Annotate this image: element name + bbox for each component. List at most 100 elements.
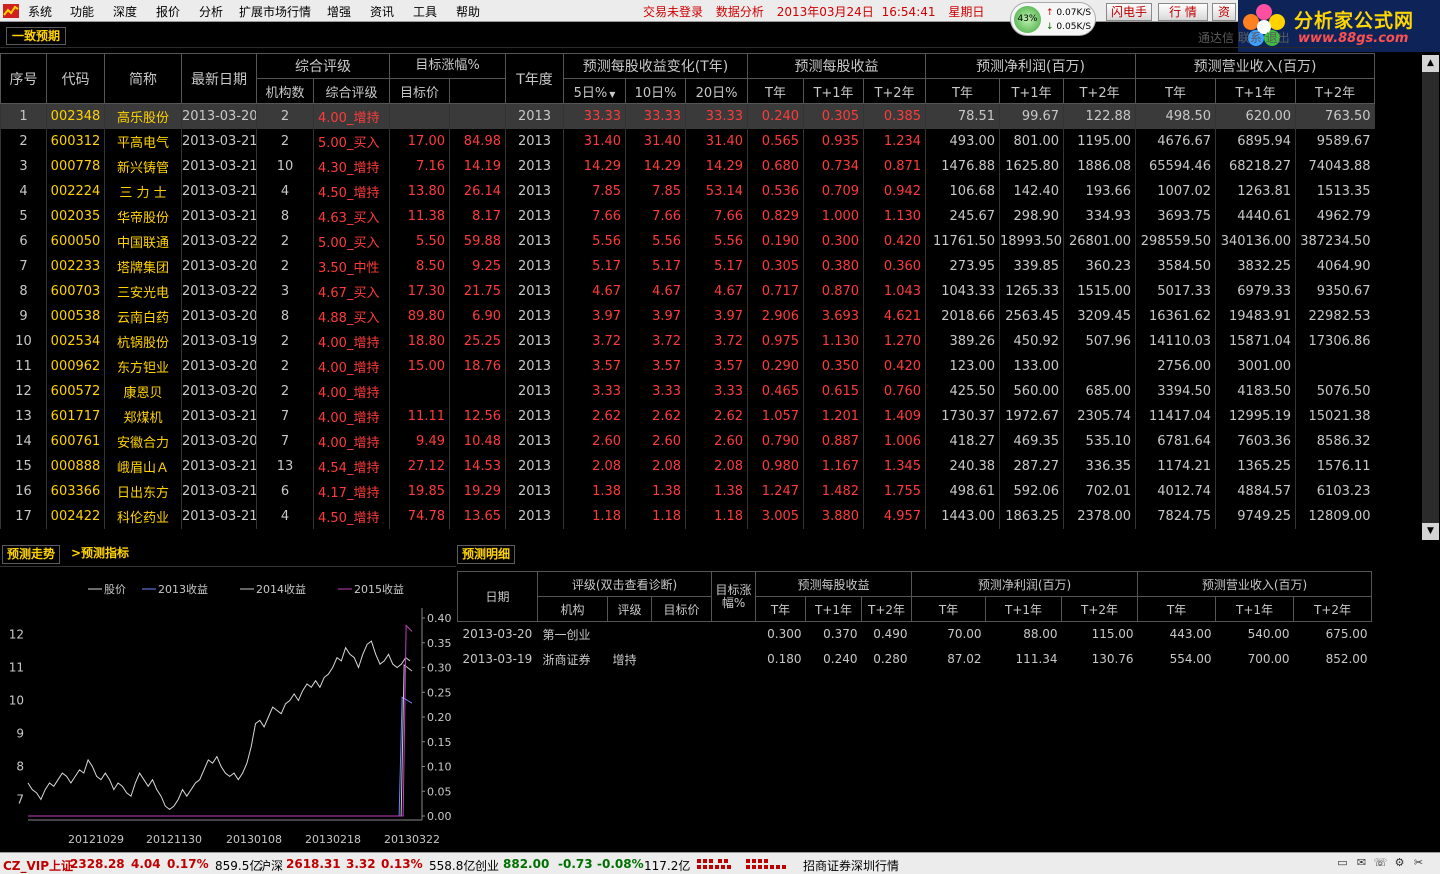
- table-row[interactable]: 16 603366 日出东方 2013-03-21 6 4.17_增持 19.85 19.29…: [0, 478, 1375, 504]
- cell-seq: 6: [0, 228, 47, 254]
- menu-depth[interactable]: 深度: [113, 3, 137, 20]
- header-rv-t[interactable]: T年: [1135, 78, 1217, 104]
- detail-row[interactable]: 2013-03-19 浙商证券 增持 0.180 0.240 0.280 87.02 111.…: [458, 647, 1372, 672]
- detail-header-target[interactable]: 目标涨幅%: [711, 571, 757, 622]
- cell-seq: 3: [0, 153, 47, 179]
- header-np-t2[interactable]: T+2年: [1063, 78, 1137, 104]
- tab-forecast-detail[interactable]: 预测明细: [457, 545, 516, 564]
- table-row[interactable]: 11 000962 东方钽业 2013-03-20 2 4.00_增持 15.00 18.76…: [0, 353, 1375, 379]
- header-20day[interactable]: 20日%: [685, 78, 749, 104]
- header-eps-t[interactable]: T年: [747, 78, 805, 104]
- detail-header-inst[interactable]: 机构: [537, 596, 608, 622]
- header-rv-t1[interactable]: T+1年: [1215, 78, 1297, 104]
- lightning-trade-button[interactable]: 闪电手: [1106, 3, 1152, 21]
- cell-d10: 2.62: [625, 403, 686, 429]
- detail-header-rv-t2[interactable]: T+2年: [1293, 596, 1373, 622]
- market-button[interactable]: 行 情: [1158, 3, 1208, 21]
- cell-eps-t2: 4.957: [863, 503, 926, 529]
- header-10day[interactable]: 10日%: [625, 78, 687, 104]
- header-institutions[interactable]: 机构数: [256, 78, 314, 104]
- detail-header-rv-t1[interactable]: T+1年: [1215, 596, 1295, 622]
- cell-d20: 4.67: [685, 278, 748, 304]
- cell-tgain: 18.76: [448, 353, 506, 379]
- cell-name: 三安光电: [104, 278, 182, 304]
- detail-header-date[interactable]: 日期: [457, 571, 538, 622]
- header-date[interactable]: 最新日期: [181, 53, 257, 104]
- table-row[interactable]: 5 002035 华帝股份 2013-03-21 8 4.63_买入 11.38 8.17 20…: [0, 203, 1375, 229]
- table-row[interactable]: 9 000538 云南白药 2013-03-20 8 4.88_买入 89.80 6.90 20…: [0, 303, 1375, 329]
- table-row[interactable]: 6 600050 中国联通 2013-03-22 2 5.00_买入 5.50 59.88 20…: [0, 228, 1375, 254]
- detail-row[interactable]: 2013-03-20 第一创业 0.300 0.370 0.490 70.00 88.00 1…: [458, 622, 1372, 647]
- detail-header-eps-t1[interactable]: T+1年: [805, 596, 863, 622]
- menu-tools[interactable]: 工具: [413, 3, 437, 20]
- sz-index-label[interactable]: 沪深: [259, 857, 283, 874]
- mail-icon[interactable]: ✉: [1354, 856, 1369, 870]
- sh-index-label[interactable]: CZ_VIP上证: [3, 857, 73, 874]
- screen-icon[interactable]: ▭: [1335, 856, 1350, 870]
- cell-seq: 7: [0, 253, 47, 279]
- menu-function[interactable]: 功能: [70, 3, 94, 20]
- tools-icon[interactable]: ✂: [1411, 856, 1426, 870]
- menu-extended-market[interactable]: 扩展市场行情: [239, 3, 311, 20]
- chat-icon[interactable]: ☏: [1373, 856, 1388, 870]
- menu-enhance[interactable]: 增强: [327, 3, 351, 20]
- header-np-t[interactable]: T年: [925, 78, 1001, 104]
- detail-header-eps-t2[interactable]: T+2年: [861, 596, 913, 622]
- header-target-gain[interactable]: 目标涨幅%: [388, 53, 507, 79]
- cell-rv-t1: 6979.33: [1215, 278, 1296, 304]
- menu-system[interactable]: 系统: [28, 3, 52, 20]
- cell-rv-t: 1174.21: [1135, 453, 1216, 479]
- header-eps-t2[interactable]: T+2年: [863, 78, 927, 104]
- detail-cell-np-t1: 111.34: [1015, 652, 1058, 666]
- cell-tprice: [389, 103, 450, 129]
- cell-year: 2013: [505, 203, 564, 229]
- panel-title-consensus[interactable]: 一致预期: [6, 27, 67, 45]
- top-right-links[interactable]: 通达信 联系 退出: [1198, 29, 1290, 46]
- menu-quote[interactable]: 报价: [156, 3, 180, 20]
- header-rv-t2[interactable]: T+2年: [1295, 78, 1376, 104]
- vertical-scrollbar[interactable]: ▲ ▼: [1422, 55, 1439, 540]
- tab-forecast-index[interactable]: >预测指标: [67, 545, 133, 564]
- menu-news[interactable]: 资讯: [370, 3, 394, 20]
- header-name[interactable]: 简称: [104, 53, 182, 104]
- header-5day[interactable]: 5日% ▼: [563, 78, 627, 104]
- header-eps-t1[interactable]: T+1年: [803, 78, 865, 104]
- header-np-t1[interactable]: T+1年: [999, 78, 1065, 104]
- table-row[interactable]: 7 002233 塔牌集团 2013-03-20 2 3.50_中性 8.50 9.25 201…: [0, 253, 1375, 279]
- cell-inst: 7: [256, 428, 314, 454]
- market-feed-label[interactable]: 招商证券深圳行情: [803, 857, 899, 874]
- menu-help[interactable]: 帮助: [456, 3, 480, 20]
- header-tyear[interactable]: T年度: [505, 53, 565, 104]
- cy-index-label[interactable]: 创业: [475, 857, 499, 874]
- header-rating[interactable]: 综合评级: [313, 78, 390, 104]
- settings-icon[interactable]: ⚙: [1392, 856, 1407, 870]
- header-seq[interactable]: 序号: [0, 53, 47, 104]
- table-row[interactable]: 15 000888 峨眉山Ａ 2013-03-21 13 4.54_增持 27.12 14.5…: [0, 453, 1375, 479]
- detail-header-np-t1[interactable]: T+1年: [985, 596, 1063, 622]
- table-row[interactable]: 3 000778 新兴铸管 2013-03-21 10 4.30_增持 7.16 14.19 2…: [0, 153, 1375, 179]
- detail-header-tprice[interactable]: 目标价: [650, 596, 713, 622]
- table-row[interactable]: 12 600572 康恩贝 2013-03-20 2 4.00_增持 2013 3.33 3.3…: [0, 378, 1375, 404]
- table-row[interactable]: 8 600703 三安光电 2013-03-22 3 4.67_买入 17.30 21.75 2…: [0, 278, 1375, 304]
- info-button[interactable]: 资: [1212, 3, 1236, 21]
- scroll-up-icon[interactable]: ▲: [1422, 55, 1439, 72]
- table-row[interactable]: 1 002348 高乐股份 2013-03-20 2 4.00_增持 2013 33.33 33…: [0, 103, 1375, 129]
- table-row[interactable]: 13 601717 郑煤机 2013-03-21 7 4.00_增持 11.11 12.56 2…: [0, 403, 1375, 429]
- table-row[interactable]: 4 002224 三 力 士 2013-03-21 4 4.50_增持 13.80 26.14…: [0, 178, 1375, 204]
- table-row[interactable]: 10 002534 杭锅股份 2013-03-19 2 4.00_增持 18.80 25.25…: [0, 328, 1375, 354]
- table-row[interactable]: 17 002422 科伦药业 2013-03-21 4 4.50_增持 74.78 13.65…: [0, 503, 1375, 529]
- detail-header-grade[interactable]: 评级: [607, 596, 652, 622]
- menu-analysis[interactable]: 分析: [199, 3, 223, 20]
- detail-header-rv-t[interactable]: T年: [1137, 596, 1217, 622]
- detail-header-np-t2[interactable]: T+2年: [1061, 596, 1139, 622]
- tab-forecast-trend[interactable]: 预测走势: [2, 545, 61, 564]
- table-row[interactable]: 14 600761 安徽合力 2013-03-20 7 4.00_增持 9.49 10.48 2…: [0, 428, 1375, 454]
- table-row[interactable]: 2 600312 平高电气 2013-03-21 2 5.00_买入 17.00 84.98 2…: [0, 128, 1375, 154]
- detail-cell-eps-t1: 0.240: [823, 652, 858, 666]
- scroll-down-icon[interactable]: ▼: [1422, 523, 1439, 540]
- header-code[interactable]: 代码: [46, 53, 105, 104]
- login-status[interactable]: 交易未登录: [643, 5, 703, 19]
- header-target-price[interactable]: 目标价: [389, 78, 450, 104]
- detail-header-eps-t[interactable]: T年: [755, 596, 807, 622]
- detail-header-np-t[interactable]: T年: [911, 596, 987, 622]
